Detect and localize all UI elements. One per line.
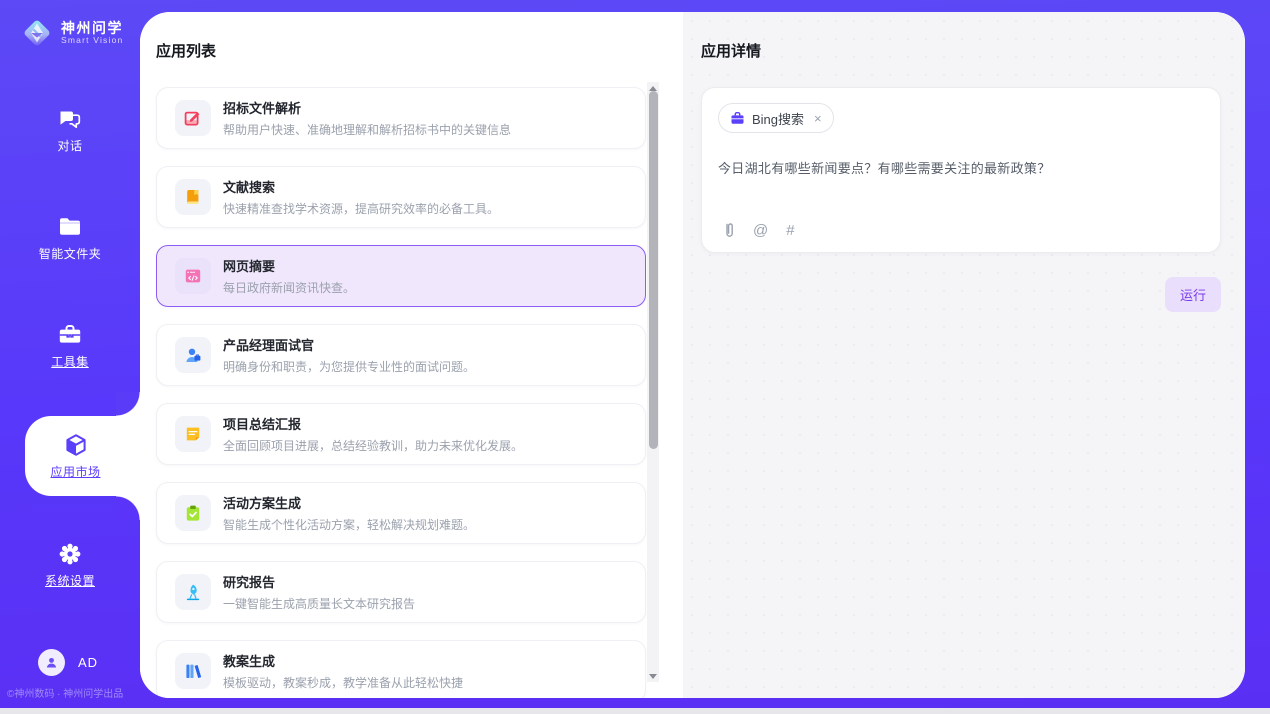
- run-row: 运行: [701, 277, 1221, 312]
- app-card-description: 智能生成个性化活动方案，轻松解决规划难题。: [223, 516, 475, 533]
- scrollbar-thumb[interactable]: [649, 91, 658, 449]
- sidebar-item-app-market[interactable]: 应用市场: [25, 416, 140, 496]
- app-card[interactable]: 活动方案生成智能生成个性化活动方案，轻松解决规划难题。: [156, 482, 646, 544]
- app-card-description: 帮助用户快速、准确地理解和解析招标书中的关键信息: [223, 121, 511, 138]
- sidebar-item-label: 对话: [57, 137, 82, 154]
- sidebar-item-system-settings[interactable]: 系统设置: [0, 541, 140, 589]
- app-card-title: 产品经理面试官: [223, 335, 475, 354]
- app-card-description: 模板驱动，教案秒成，教学准备从此轻松快捷: [223, 674, 463, 691]
- app-card-title: 网页摘要: [223, 256, 355, 275]
- paperclip-icon[interactable]: [719, 221, 735, 239]
- sidebar-nav: 对话智能文件夹工具集应用市场系统设置: [0, 106, 140, 589]
- app-list-title: 应用列表: [156, 40, 683, 61]
- scrollbar[interactable]: [647, 82, 659, 682]
- sidebar-item-toolset[interactable]: 工具集: [0, 322, 140, 370]
- toolbox-icon: [57, 322, 83, 348]
- browser-code-icon: [175, 258, 211, 294]
- scrollbar-down-arrow-icon[interactable]: [647, 670, 659, 682]
- app-card[interactable]: 产品经理面试官明确身份和职责，为您提供专业性的面试问题。: [156, 324, 646, 386]
- prompt-card: Bing搜索 × 今日湖北有哪些新闻要点？有哪些需要关注的最新政策？ @#: [701, 87, 1221, 253]
- person-icon: [43, 654, 60, 671]
- interviewer-icon: [175, 337, 211, 373]
- app-detail-panel: 应用详情 Bing搜索 × 今日湖北有哪些新闻要点？有哪些需要关注的最新政策？ …: [683, 12, 1245, 698]
- query-input[interactable]: 今日湖北有哪些新闻要点？有哪些需要关注的最新政策？: [718, 158, 1204, 177]
- app-card[interactable]: 教案生成模板驱动，教案秒成，教学准备从此轻松快捷: [156, 640, 646, 698]
- hash-icon[interactable]: #: [786, 223, 794, 238]
- content-area: 应用列表 招标文件解析帮助用户快速、准确地理解和解析招标书中的关键信息文献搜索快…: [140, 12, 1245, 698]
- app-card-list: 招标文件解析帮助用户快速、准确地理解和解析招标书中的关键信息文献搜索快速精准查找…: [156, 87, 646, 698]
- app-detail-title: 应用详情: [701, 40, 1221, 61]
- brand-title: 神州问学: [61, 20, 123, 36]
- book-icon: [175, 179, 211, 215]
- at-icon[interactable]: @: [753, 223, 768, 238]
- brand-logo: 神州问学 Smart Vision: [0, 0, 140, 50]
- app-card[interactable]: 研究报告一键智能生成高质量长文本研究报告: [156, 561, 646, 623]
- sidebar-item-label: 应用市场: [50, 463, 100, 480]
- sidebar-item-smart-folder[interactable]: 智能文件夹: [0, 214, 140, 262]
- app-card-title: 招标文件解析: [223, 98, 511, 117]
- app-card-description: 快速精准查找学术资源，提高研究效率的必备工具。: [223, 200, 499, 217]
- app-card-title: 文献搜索: [223, 177, 499, 196]
- user-name: AD: [78, 655, 98, 670]
- cube-icon: [63, 432, 89, 458]
- tag-close-icon[interactable]: ×: [814, 111, 822, 126]
- app-list-panel: 应用列表 招标文件解析帮助用户快速、准确地理解和解析招标书中的关键信息文献搜索快…: [140, 12, 683, 698]
- avatar: [38, 649, 65, 676]
- sticky-note-icon: [175, 416, 211, 452]
- copyright-text: ©神州数码 · 神州问学出品: [7, 685, 123, 700]
- app-card[interactable]: 网页摘要每日政府新闻资讯快查。: [156, 245, 646, 307]
- research-icon: [175, 574, 211, 610]
- app-card-title: 研究报告: [223, 572, 415, 591]
- app-card-description: 全面回顾项目进展，总结经验教训，助力未来优化发展。: [223, 437, 523, 454]
- user-account[interactable]: AD: [38, 649, 98, 676]
- chat-icon: [57, 106, 83, 132]
- sidebar-item-label: 系统设置: [45, 572, 95, 589]
- folder-icon: [57, 214, 83, 240]
- app-card-description: 明确身份和职责，为您提供专业性的面试问题。: [223, 358, 475, 375]
- books-icon: [175, 653, 211, 689]
- brand-subtitle: Smart Vision: [61, 36, 123, 46]
- app-card[interactable]: 文献搜索快速精准查找学术资源，提高研究效率的必备工具。: [156, 166, 646, 228]
- sidebar: 神州问学 Smart Vision 对话智能文件夹工具集应用市场系统设置 AD …: [0, 0, 140, 708]
- tool-tag-bing-search[interactable]: Bing搜索 ×: [718, 103, 834, 133]
- tool-tag-label: Bing搜索: [752, 109, 804, 128]
- diamond-logo-icon: [20, 16, 54, 50]
- sidebar-item-label: 工具集: [51, 353, 89, 370]
- clipboard-check-icon: [175, 495, 211, 531]
- composer-toolbar: @#: [719, 221, 795, 239]
- app-card-title: 教案生成: [223, 651, 463, 670]
- app-card-description: 一键智能生成高质量长文本研究报告: [223, 595, 415, 612]
- app-card-title: 项目总结汇报: [223, 414, 523, 433]
- edit-document-icon: [175, 100, 211, 136]
- run-button[interactable]: 运行: [1165, 277, 1221, 312]
- app-card-description: 每日政府新闻资讯快查。: [223, 279, 355, 296]
- sidebar-item-chat[interactable]: 对话: [0, 106, 140, 154]
- sidebar-item-label: 智能文件夹: [39, 245, 102, 262]
- briefcase-icon: [730, 111, 745, 126]
- app-card-title: 活动方案生成: [223, 493, 475, 512]
- gear-icon: [57, 541, 83, 567]
- app-card[interactable]: 项目总结汇报全面回顾项目进展，总结经验教训，助力未来优化发展。: [156, 403, 646, 465]
- app-card[interactable]: 招标文件解析帮助用户快速、准确地理解和解析招标书中的关键信息: [156, 87, 646, 149]
